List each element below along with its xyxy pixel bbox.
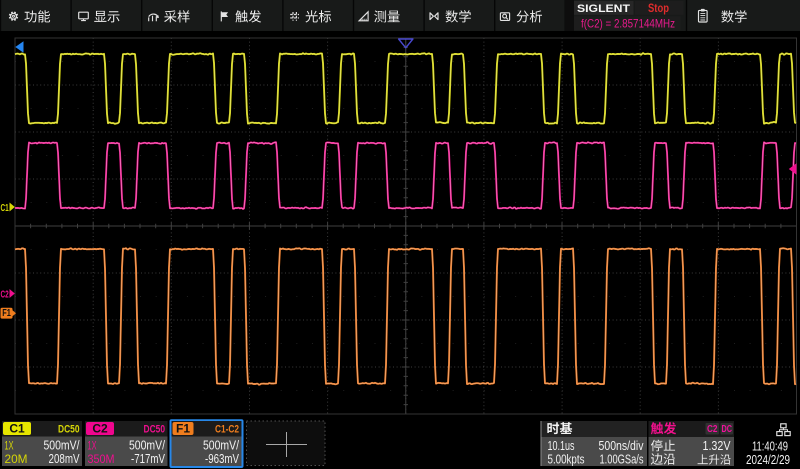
svg-text:20M: 20M	[5, 452, 28, 466]
svg-text:SIGLENT: SIGLENT	[577, 3, 630, 15]
svg-text:C1: C1	[9, 422, 25, 436]
svg-text:5.00kpts: 5.00kpts	[548, 451, 585, 466]
svg-text:C1-C2: C1-C2	[215, 423, 239, 435]
svg-text:208mV: 208mV	[49, 452, 80, 466]
svg-text:DC: DC	[721, 424, 732, 435]
svg-text:350M: 350M	[88, 452, 115, 466]
svg-text:DC50: DC50	[58, 423, 80, 435]
svg-text:C2: C2	[707, 424, 718, 435]
svg-text:-717mV: -717mV	[131, 452, 165, 466]
svg-text:F1: F1	[2, 308, 11, 319]
svg-text:DC50: DC50	[144, 423, 166, 435]
svg-text:C1: C1	[1, 203, 10, 214]
svg-text:1X: 1X	[88, 439, 97, 453]
svg-text:Stop: Stop	[648, 3, 669, 15]
svg-text:C2: C2	[1, 290, 10, 301]
svg-text:f(C2) = 2.857144MHz: f(C2) = 2.857144MHz	[581, 17, 675, 30]
svg-text:F1: F1	[176, 422, 190, 436]
svg-text:500mV/: 500mV/	[129, 439, 165, 453]
svg-text:-963mV: -963mV	[205, 452, 239, 466]
svg-text:500mV/: 500mV/	[44, 439, 80, 453]
svg-text:1.00GSa/s: 1.00GSa/s	[600, 451, 644, 466]
svg-text:1.32V: 1.32V	[703, 438, 731, 453]
svg-text:C2: C2	[92, 422, 108, 436]
svg-text:2024/2/29: 2024/2/29	[746, 452, 790, 467]
svg-text:500mV/: 500mV/	[203, 439, 239, 453]
svg-text:1X: 1X	[5, 439, 14, 453]
